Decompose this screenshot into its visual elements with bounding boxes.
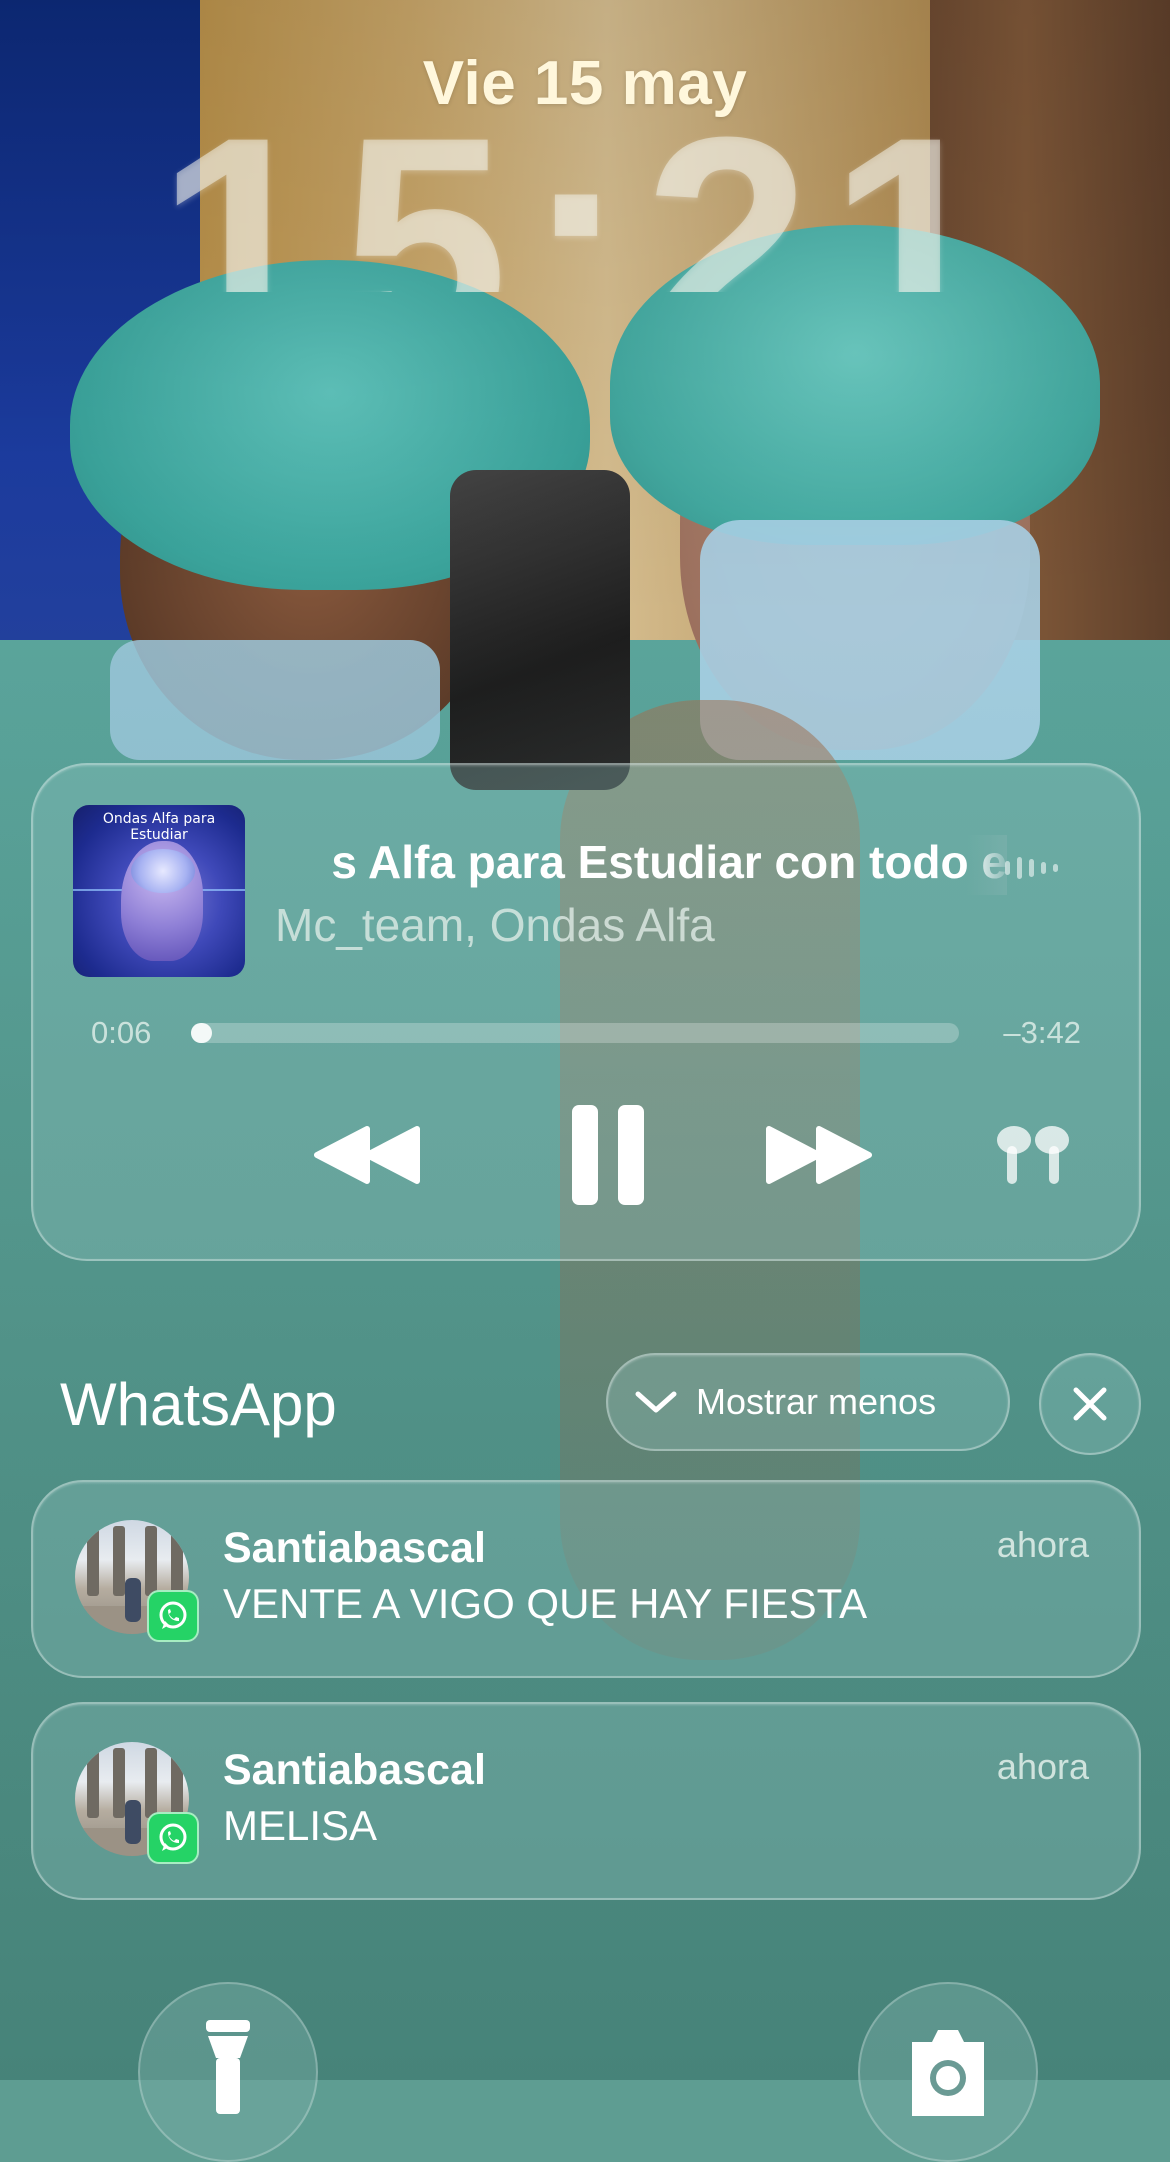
whatsapp-icon <box>147 1590 199 1642</box>
notification-card[interactable]: Santiabascal MELISA ahora <box>31 1702 1141 1900</box>
now-playing-widget[interactable]: Ondas Alfa para Estudiar s Alfa para Est… <box>31 763 1141 1261</box>
flashlight-icon <box>206 2020 250 2114</box>
album-artwork[interactable]: Ondas Alfa para Estudiar <box>73 805 245 977</box>
chevron-down-icon <box>635 1391 677 1413</box>
notification-card[interactable]: Santiabascal VENTE A VIGO QUE HAY FIESTA… <box>31 1480 1141 1678</box>
playback-progress <box>191 1023 212 1043</box>
remaining-time: –3:42 <box>1003 1015 1081 1050</box>
lock-clock: 15:21 <box>156 92 1014 292</box>
rewind-icon <box>314 1126 420 1184</box>
notification-message: MELISA <box>223 1802 378 1849</box>
pause-button[interactable] <box>543 1090 673 1220</box>
show-less-button[interactable]: Mostrar menos <box>606 1353 1010 1451</box>
flashlight-button[interactable] <box>138 1982 318 2162</box>
notification-time: ahora <box>996 1524 1089 1565</box>
fast-forward-icon <box>766 1126 872 1184</box>
rewind-button[interactable] <box>303 1105 433 1205</box>
notification-time: ahora <box>996 1746 1089 1787</box>
pause-icon <box>572 1105 644 1205</box>
clear-notifications-button[interactable] <box>1039 1353 1141 1455</box>
show-less-label: Mostrar menos <box>696 1381 937 1422</box>
whatsapp-icon <box>147 1812 199 1864</box>
fast-forward-button[interactable] <box>753 1105 883 1205</box>
equalizer-icon <box>1005 857 1075 881</box>
track-title: s Alfa para Estudiar con todo e <box>331 836 1007 888</box>
camera-icon <box>912 2030 984 2116</box>
airplay-audio-output-button[interactable] <box>983 1115 1083 1195</box>
notification-message: VENTE A VIGO QUE HAY FIESTA <box>223 1580 868 1627</box>
track-title-container: s Alfa para Estudiar con todo e <box>295 835 1007 895</box>
camera-button[interactable] <box>858 1982 1038 2162</box>
notification-sender: Santiabascal <box>223 1746 486 1794</box>
track-artist: Mc_team, Ondas Alfa <box>275 899 715 951</box>
airpods-icon <box>997 1126 1069 1184</box>
playback-scrubber[interactable] <box>191 1023 959 1043</box>
close-icon <box>1073 1387 1107 1421</box>
notification-group-title: WhatsApp <box>60 1371 337 1438</box>
artwork-title: Ondas Alfa para Estudiar <box>102 811 216 843</box>
notification-sender: Santiabascal <box>223 1524 486 1572</box>
elapsed-time: 0:06 <box>91 1015 152 1050</box>
